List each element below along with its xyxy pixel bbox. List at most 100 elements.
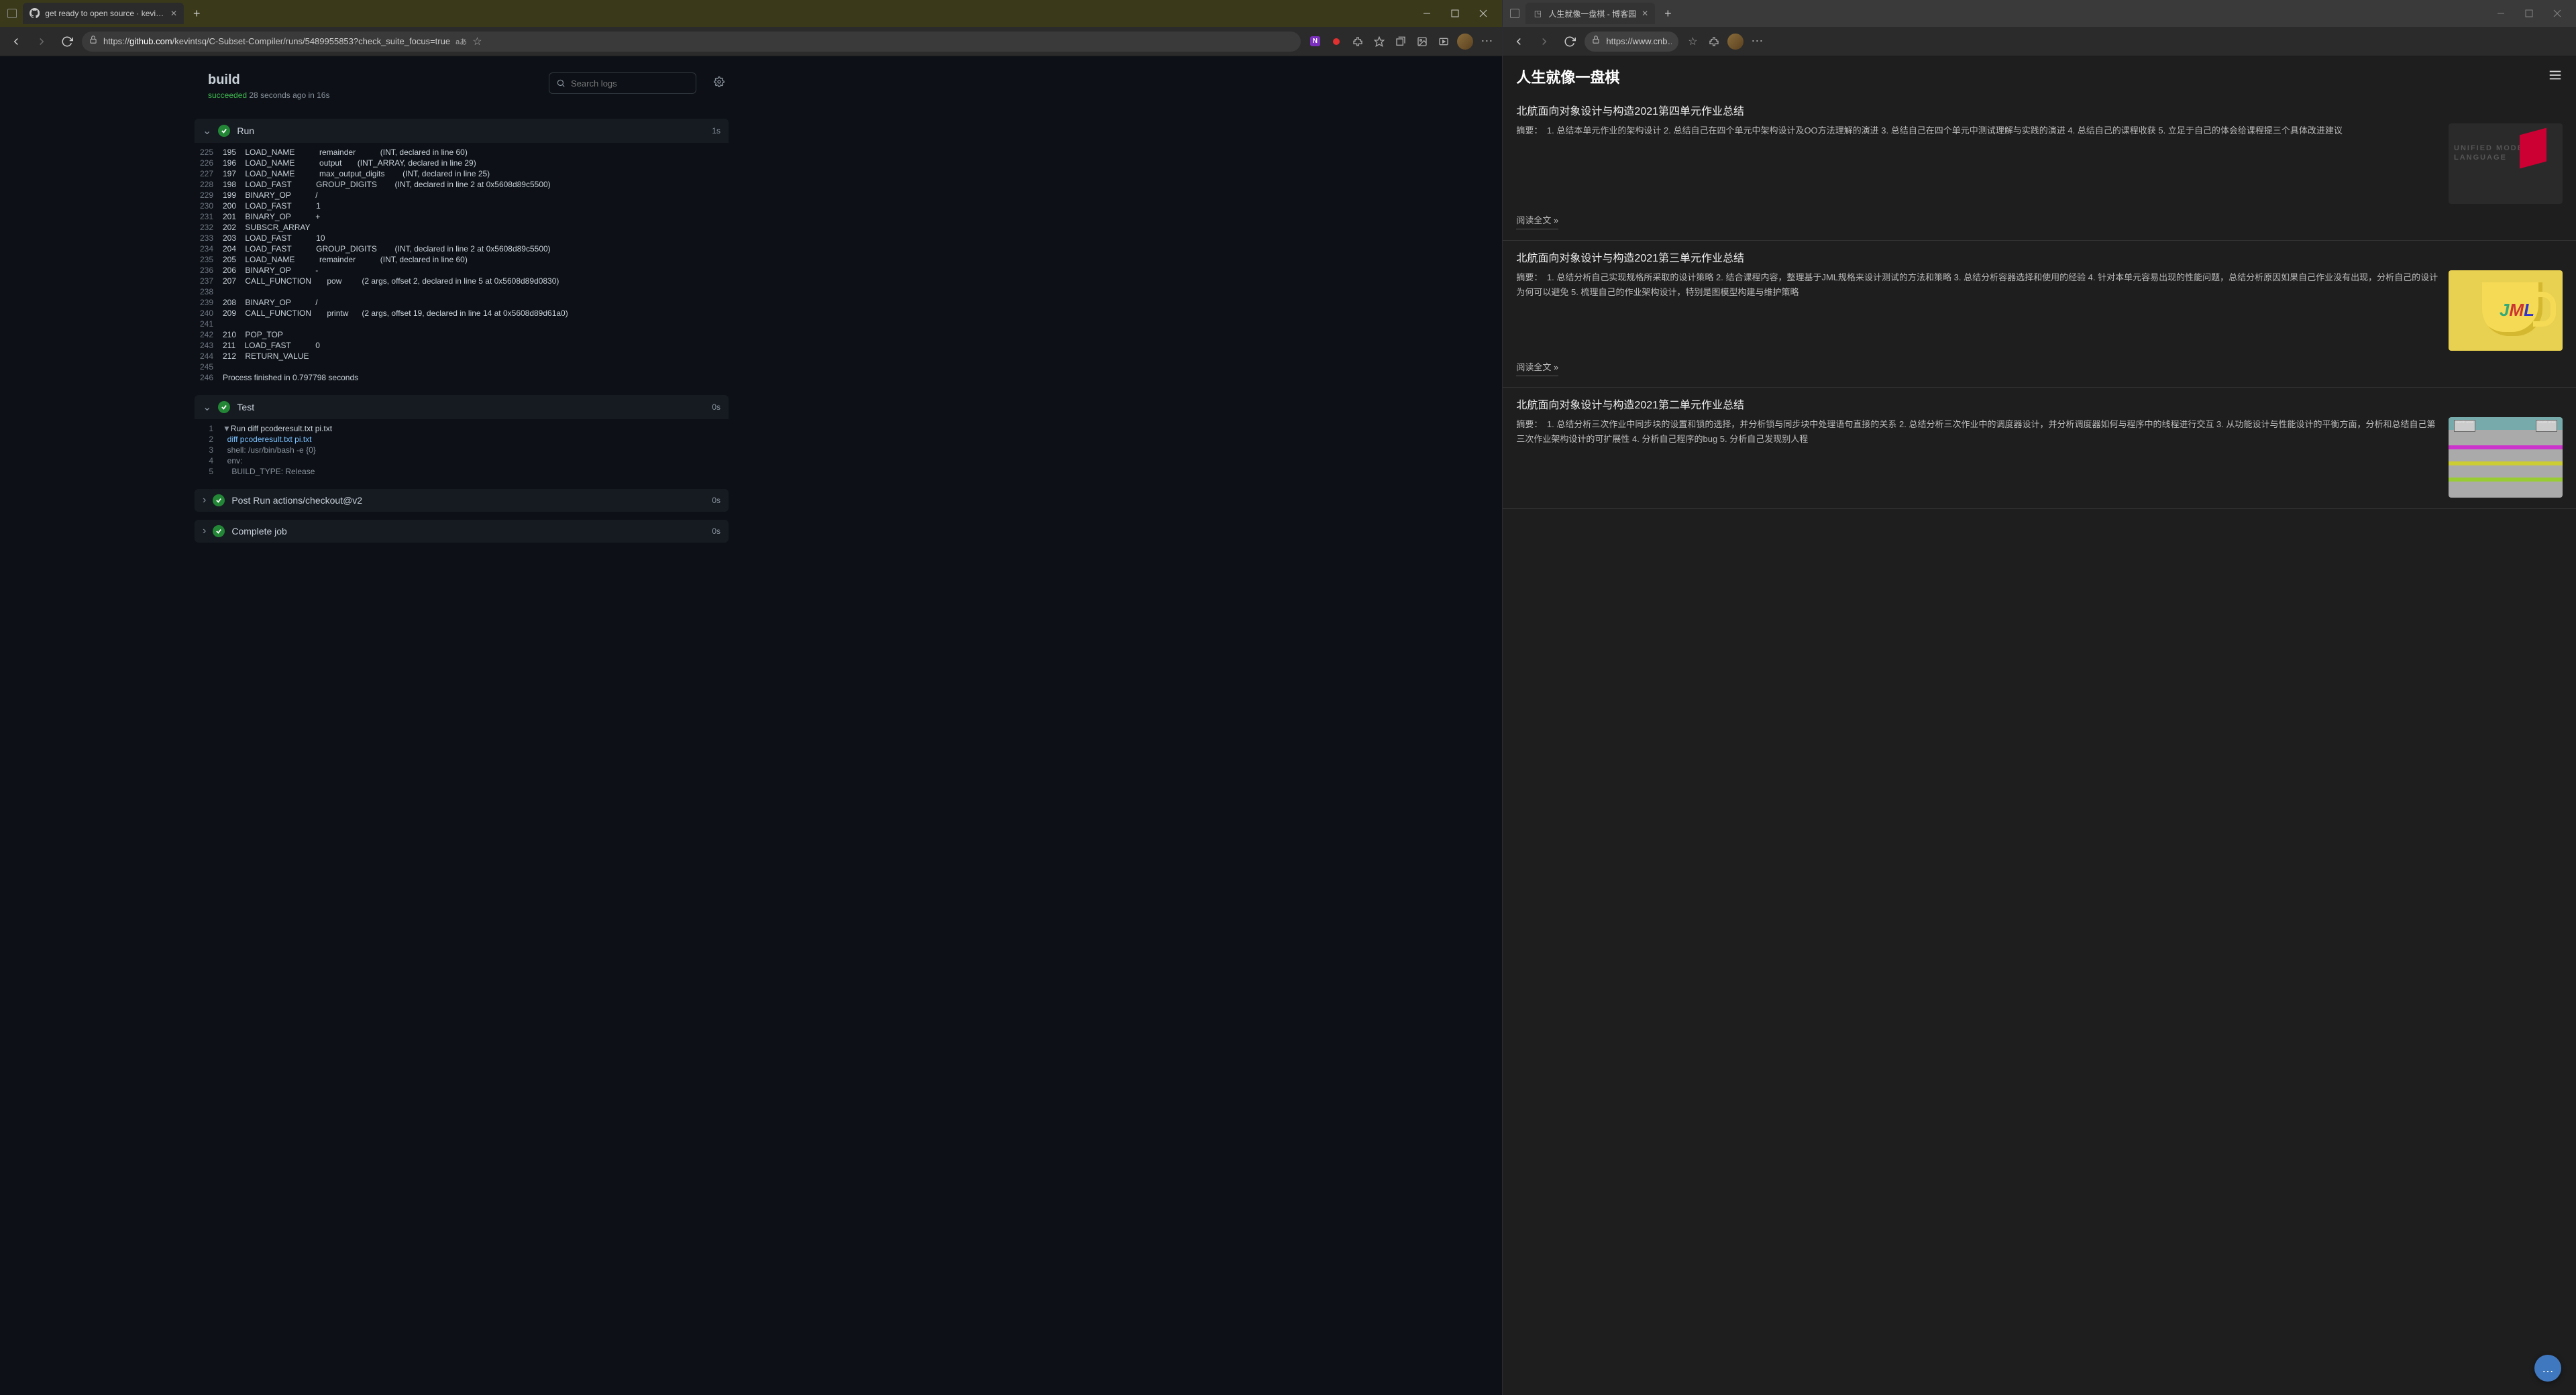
onenote-ext-icon[interactable]: N: [1305, 32, 1325, 52]
log-line: 238: [195, 286, 729, 297]
extensions-icon[interactable]: [1704, 32, 1724, 52]
reload-button[interactable]: [1559, 31, 1580, 52]
run-log-output: 225195 LOAD_NAME remainder (INT, declare…: [195, 143, 729, 387]
menu-icon[interactable]: ⋯: [1477, 32, 1497, 52]
favorite-icon[interactable]: ☆: [1682, 32, 1703, 52]
search-icon: [556, 78, 566, 88]
check-icon: [218, 401, 230, 413]
tab-title: get ready to open source · kevint…: [45, 9, 165, 18]
tab-overview-button[interactable]: [5, 7, 19, 20]
reload-button[interactable]: [56, 31, 78, 52]
browser-window-right: ◳ 人生就像一盘棋 - 博客园 ✕ + https://www.cnb… ☆ ⋯…: [1503, 0, 2576, 1395]
github-icon: [30, 8, 40, 19]
address-bar: https://github.com/kevintsq/C-Subset-Com…: [0, 27, 1502, 56]
log-line: 241: [195, 319, 729, 329]
address-bar: https://www.cnb… ☆ ⋯: [1503, 27, 2576, 56]
record-ext-icon[interactable]: [1326, 32, 1346, 52]
close-window-button[interactable]: [1470, 4, 1497, 23]
step-test-header[interactable]: ⌄ Test 0s: [195, 395, 729, 419]
minimize-button[interactable]: [2487, 4, 2514, 23]
url-input[interactable]: https://www.cnb…: [1585, 32, 1678, 52]
post-excerpt: 摘要： 1. 总结分析三次作业中同步块的设置和锁的选择，并分析锁与同步块中处理语…: [1516, 417, 2440, 447]
test-log-output: 1▼Run diff pcoderesult.txt pi.txt2 diff …: [195, 419, 729, 481]
url-input[interactable]: https://github.com/kevintsq/C-Subset-Com…: [82, 32, 1301, 52]
browser-tab[interactable]: get ready to open source · kevint… ✕: [23, 3, 184, 24]
check-icon: [213, 525, 225, 537]
player-icon[interactable]: [1434, 32, 1454, 52]
menu-icon[interactable]: ⋯: [1747, 32, 1767, 52]
read-more-link[interactable]: 阅读全文 »: [1516, 357, 1558, 376]
post-title[interactable]: 北航面向对象设计与构造2021第二单元作业总结: [1516, 396, 2563, 412]
chevron-right-icon: ›: [203, 494, 206, 506]
step-run-header[interactable]: ⌄ Run 1s: [195, 119, 729, 143]
log-line: 1▼Run diff pcoderesult.txt pi.txt: [195, 423, 729, 434]
titlebar-right: ◳ 人生就像一盘棋 - 博客园 ✕ +: [1503, 0, 2576, 27]
lock-icon: [1591, 35, 1601, 48]
log-line: 244212 RETURN_VALUE: [195, 351, 729, 361]
fab-button[interactable]: …: [2534, 1355, 2561, 1382]
minimize-button[interactable]: [1413, 4, 1440, 23]
browser-window-left: get ready to open source · kevint… ✕ + h…: [0, 0, 1503, 1395]
post-excerpt: 摘要： 1. 总结分析自己实现规格所采取的设计策略 2. 结合课程内容，整理基于…: [1516, 270, 2440, 300]
favorite-icon[interactable]: ☆: [472, 35, 482, 48]
site-icon: ◳: [1532, 8, 1543, 19]
log-line: 237207 CALL_FUNCTION pow (2 args, offset…: [195, 276, 729, 286]
extensions-icon[interactable]: [1348, 32, 1368, 52]
log-line: 226196 LOAD_NAME output (INT_ARRAY, decl…: [195, 158, 729, 168]
lock-icon: [89, 35, 98, 48]
blog-title[interactable]: 人生就像一盘棋: [1516, 66, 1619, 87]
log-line: 240209 CALL_FUNCTION printw (2 args, off…: [195, 308, 729, 319]
close-tab-icon[interactable]: ✕: [170, 9, 177, 18]
close-window-button[interactable]: [2544, 4, 2571, 23]
post-thumb: North areaSouth area: [2449, 417, 2563, 498]
profile-avatar[interactable]: [1725, 32, 1746, 52]
log-line: 243211 LOAD_FAST 0: [195, 340, 729, 351]
log-line: 233203 LOAD_FAST 10: [195, 233, 729, 243]
maximize-button[interactable]: [1442, 4, 1468, 23]
log-line: 228198 LOAD_FAST GROUP_DIGITS (INT, decl…: [195, 179, 729, 190]
tab-overview-button[interactable]: [1508, 7, 1521, 20]
check-icon: [218, 125, 230, 137]
log-line: 232202 SUBSCR_ARRAY: [195, 222, 729, 233]
favorites-icon[interactable]: [1369, 32, 1389, 52]
new-tab-button[interactable]: +: [1659, 7, 1677, 21]
chevron-down-icon: ⌄: [203, 124, 211, 137]
chevron-right-icon: ›: [203, 525, 206, 537]
settings-gear-icon[interactable]: [710, 72, 729, 91]
step-complete-header[interactable]: › Complete job 0s: [195, 520, 729, 543]
log-line: 236206 BINARY_OP -: [195, 265, 729, 276]
workflow-header: build succeeded 28 seconds ago in 16s: [195, 67, 729, 111]
search-logs-input[interactable]: [549, 72, 696, 94]
new-tab-button[interactable]: +: [188, 7, 206, 21]
maximize-button[interactable]: [2516, 4, 2542, 23]
log-line: 5 BUILD_TYPE: Release: [195, 466, 729, 477]
browser-tab[interactable]: ◳ 人生就像一盘棋 - 博客园 ✕: [1525, 3, 1655, 24]
back-button[interactable]: [5, 31, 27, 52]
read-more-link[interactable]: 阅读全文 »: [1516, 211, 1558, 229]
step-postrun-header[interactable]: › Post Run actions/checkout@v2 0s: [195, 489, 729, 512]
post-title[interactable]: 北航面向对象设计与构造2021第四单元作业总结: [1516, 102, 2563, 118]
forward-button[interactable]: [31, 31, 52, 52]
blog-post: 北航面向对象设计与构造2021第二单元作业总结 摘要： 1. 总结分析三次作业中…: [1503, 388, 2576, 509]
post-thumb: JML: [2449, 270, 2563, 351]
page-content: build succeeded 28 seconds ago in 16s ⌄ …: [0, 56, 1502, 1395]
log-line: 227197 LOAD_NAME max_output_digits (INT,…: [195, 168, 729, 179]
tab-title: 人生就像一盘棋 - 博客园: [1548, 8, 1636, 19]
log-line: 235205 LOAD_NAME remainder (INT, declare…: [195, 254, 729, 265]
collections-icon[interactable]: [1391, 32, 1411, 52]
log-line: 245: [195, 361, 729, 372]
close-tab-icon[interactable]: ✕: [1642, 9, 1648, 18]
log-line: 230200 LOAD_FAST 1: [195, 201, 729, 211]
hamburger-icon[interactable]: [2548, 68, 2563, 86]
chevron-down-icon: ⌄: [203, 400, 211, 414]
log-line: 246Process finished in 0.797798 seconds: [195, 372, 729, 383]
back-button[interactable]: [1508, 31, 1529, 52]
workflow-title: build: [208, 72, 541, 88]
profile-avatar[interactable]: [1455, 32, 1475, 52]
titlebar-left: get ready to open source · kevint… ✕ +: [0, 0, 1502, 27]
forward-button[interactable]: [1534, 31, 1555, 52]
screenshot-icon[interactable]: [1412, 32, 1432, 52]
url-text: https://www.cnb…: [1606, 36, 1672, 46]
translate-icon[interactable]: aあ: [455, 36, 467, 47]
post-title[interactable]: 北航面向对象设计与构造2021第三单元作业总结: [1516, 249, 2563, 265]
